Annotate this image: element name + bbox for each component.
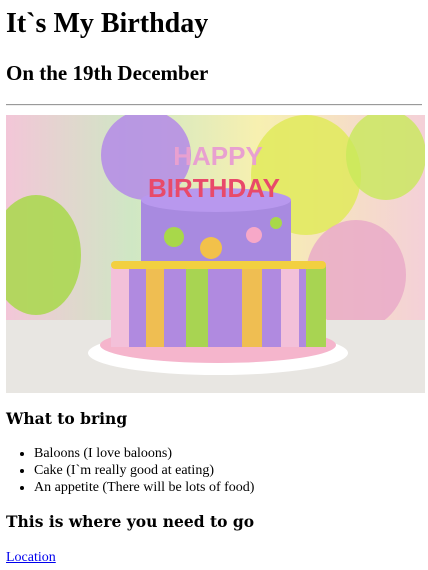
bring-heading: What to bring bbox=[6, 409, 128, 428]
page-subtitle: On the 19th December bbox=[6, 61, 209, 85]
bring-list: Baloons (I love baloons) Cake (I`m reall… bbox=[6, 445, 422, 496]
cake-topper-happy: HAPPY bbox=[173, 141, 263, 171]
birthday-cake-image: HAPPY BIRTHDAY bbox=[6, 115, 425, 393]
page-title: It`s My Birthday bbox=[6, 8, 209, 39]
list-item: An appetite (There will be lots of food) bbox=[34, 479, 422, 496]
page-content: It`s My Birthday On the 19th December HA… bbox=[0, 0, 428, 566]
location-link[interactable]: Location bbox=[6, 550, 56, 566]
location-heading: This is where you need to go bbox=[6, 512, 255, 531]
list-item: Cake (I`m really good at eating) bbox=[34, 462, 422, 479]
list-item: Baloons (I love baloons) bbox=[34, 445, 422, 462]
divider bbox=[6, 104, 422, 106]
cake-topper-birthday: BIRTHDAY bbox=[148, 173, 280, 203]
